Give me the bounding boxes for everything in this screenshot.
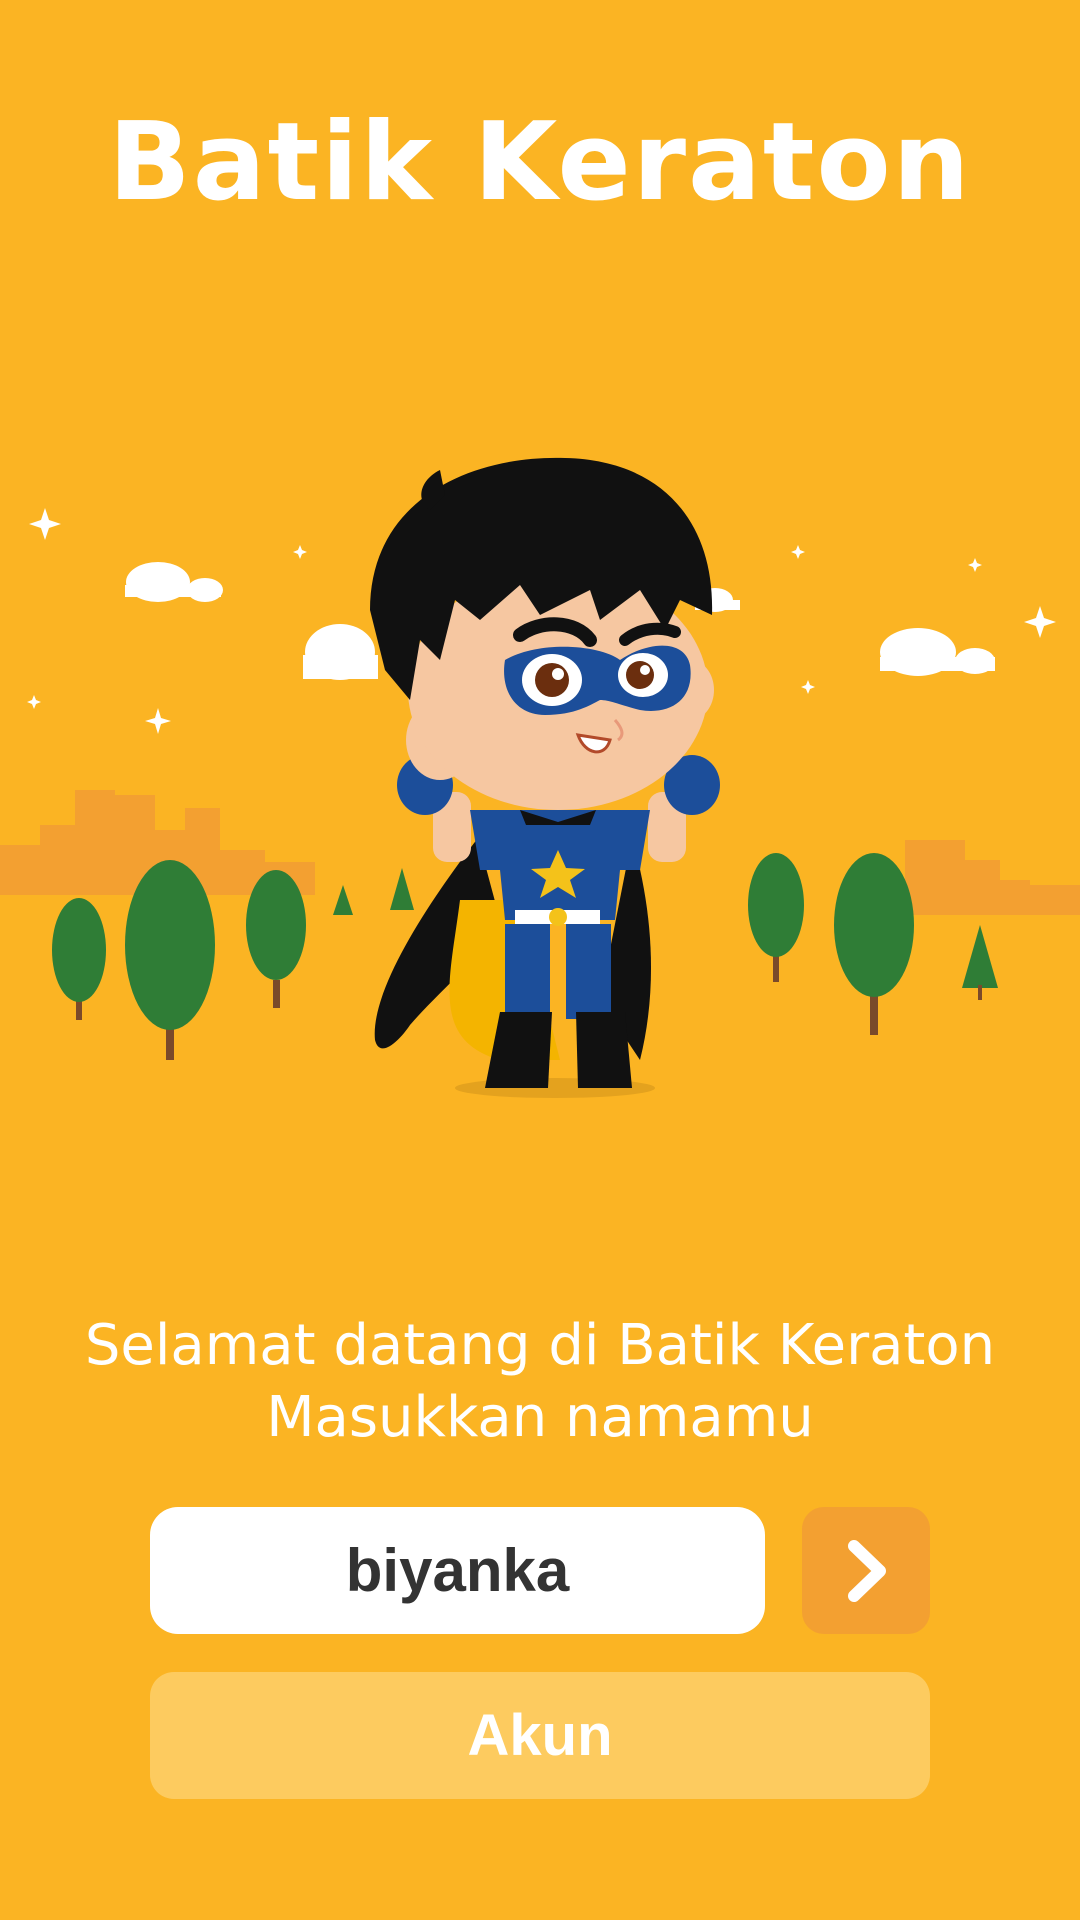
instruction-line: Masukkan namamu xyxy=(266,1385,814,1450)
app-title: Batik Keraton xyxy=(108,100,972,225)
hero-illustration xyxy=(0,457,1080,1098)
superhero-kid xyxy=(370,457,720,1098)
name-input[interactable]: biyanka xyxy=(150,1507,765,1634)
welcome-line: Selamat datang di Batik Keraton xyxy=(84,1313,996,1378)
screen: Batik Keraton Selamat datang di Batik Ke… xyxy=(0,0,1080,1920)
next-button[interactable] xyxy=(802,1507,930,1634)
chevron-right-icon xyxy=(848,1539,886,1602)
account-button[interactable]: Akun xyxy=(150,1672,930,1799)
skyline-right xyxy=(905,840,1080,915)
welcome-message: Selamat datang di Batik Keraton Masukkan… xyxy=(0,1310,1080,1454)
